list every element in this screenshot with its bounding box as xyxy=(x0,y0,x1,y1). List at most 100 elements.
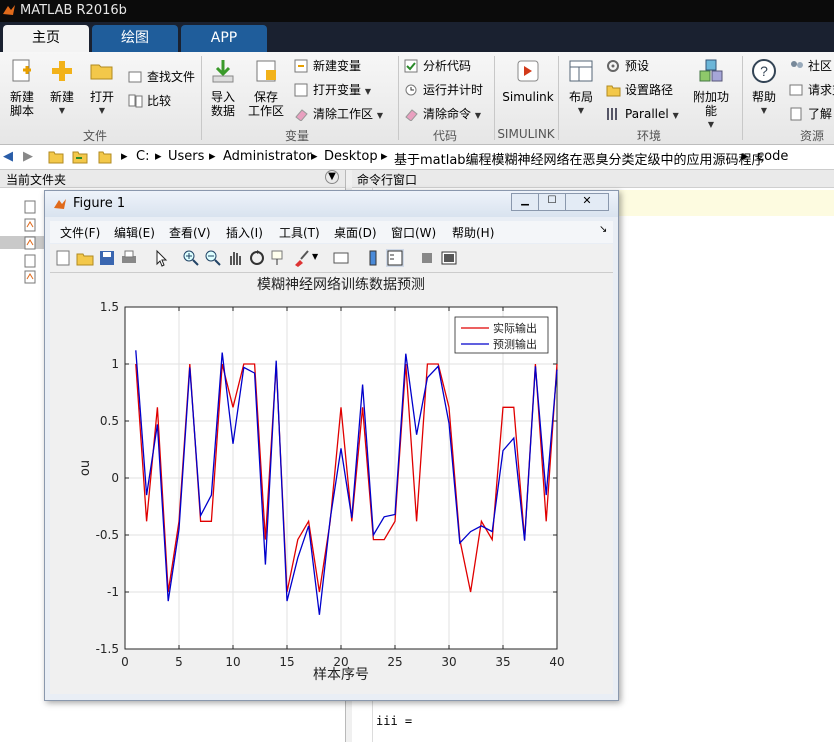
current-folder-title: 当前文件夹 xyxy=(6,173,67,187)
figure-menubar: 文件(F) 编辑(E) 查看(V) 插入(I) 工具(T) 桌面(D) 窗口(W… xyxy=(50,221,613,243)
x-tick-label: 5 xyxy=(175,655,183,669)
command-output-text[interactable]: iii = xyxy=(376,714,412,728)
breadcrumb-item[interactable]: Desktop xyxy=(324,149,378,164)
preferences-button[interactable]: 预设 xyxy=(606,57,649,75)
layout-button[interactable]: 布局 ▼ xyxy=(564,58,598,118)
parallel-button[interactable]: Parallel ▼ xyxy=(606,105,679,123)
menu-desktop[interactable]: 桌面(D) xyxy=(334,224,377,241)
zoom-in-icon[interactable] xyxy=(182,249,200,267)
open-label: 打开 xyxy=(89,90,114,104)
chart-x-axis-label: 样本序号 xyxy=(313,667,369,683)
request-support-label: 请求支 xyxy=(808,83,834,97)
find-files-label: 查找文件 xyxy=(147,70,196,84)
menu-edit[interactable]: 编辑(E) xyxy=(114,224,155,241)
link-plot-icon[interactable] xyxy=(332,249,350,267)
menu-file[interactable]: 文件(F) xyxy=(60,224,100,241)
breadcrumb-item[interactable]: Administrator xyxy=(223,149,312,164)
pan-hand-icon[interactable] xyxy=(226,249,244,267)
line-chart[interactable]: 模糊神经网络训练数据预测 样本序号 ou 0 5 10 15 20 25 30 35 40-1.… xyxy=(50,273,613,694)
simulink-button[interactable]: Simulink xyxy=(500,58,556,104)
rotate-3d-icon[interactable] xyxy=(248,249,266,267)
legend-icon[interactable] xyxy=(386,249,404,267)
panel-menu-icon[interactable]: ▼ xyxy=(325,170,339,184)
menu-tools[interactable]: 工具(T) xyxy=(279,224,320,241)
selected-file-row[interactable] xyxy=(0,236,44,249)
chevron-down-icon: ▼ xyxy=(98,106,106,115)
new-figure-icon[interactable] xyxy=(54,249,72,267)
open-button[interactable]: 打开 ▼ xyxy=(86,58,118,118)
clear-commands-button[interactable]: 清除命令 ▼ xyxy=(404,105,481,123)
chevron-down-icon: ▼ xyxy=(707,120,715,129)
hide-plot-tools-icon[interactable] xyxy=(418,249,436,267)
tab-home[interactable]: 主页 xyxy=(3,25,89,52)
import-data-button[interactable]: 导入 数据 xyxy=(206,58,240,118)
y-tick-label: -1 xyxy=(107,585,119,599)
save-workspace-button[interactable]: 保存 工作区 xyxy=(246,58,286,118)
breadcrumb-separator-icon: ▸ xyxy=(209,149,216,164)
x-tick-label: 20 xyxy=(333,655,348,669)
brush-icon[interactable] xyxy=(292,249,310,267)
dock-arrow-icon[interactable]: ↘ xyxy=(599,224,607,235)
zoom-out-icon[interactable] xyxy=(204,249,222,267)
run-and-time-button[interactable]: 运行并计时 xyxy=(404,81,483,99)
group-divider xyxy=(201,56,202,140)
breadcrumb-separator-icon: ▸ xyxy=(121,149,128,164)
back-arrow-icon[interactable]: ◀ xyxy=(3,149,13,164)
y-tick-label: -1.5 xyxy=(96,642,119,656)
colorbar-icon[interactable] xyxy=(364,249,382,267)
browse-folder-icon[interactable] xyxy=(72,149,88,164)
print-icon[interactable] xyxy=(120,249,138,267)
find-files-button[interactable]: 查找文件 xyxy=(128,68,195,86)
set-path-button[interactable]: 设置路径 xyxy=(606,81,673,99)
close-button[interactable]: ✕ xyxy=(565,193,609,211)
figure-title-bar[interactable]: Figure 1 ▁ ☐ ✕ xyxy=(45,191,618,217)
find-files-icon xyxy=(128,71,142,83)
request-support-button[interactable]: 请求支 xyxy=(789,81,834,99)
command-window-header: 命令行窗口 xyxy=(352,170,834,188)
add-ons-button[interactable]: 附加功能 ▼ xyxy=(688,58,734,132)
breadcrumb-separator-icon: ▸ xyxy=(742,149,749,164)
chart-y-axis-label: ou xyxy=(78,460,93,476)
compare-button[interactable]: 比较 xyxy=(128,92,171,110)
tab-apps[interactable]: APP xyxy=(181,25,267,52)
new-script-button[interactable]: 新建 脚本 xyxy=(6,58,38,118)
breadcrumb-item[interactable]: C: xyxy=(136,149,149,164)
brush-dropdown-icon[interactable]: ▼ xyxy=(312,252,318,261)
eraser-icon xyxy=(405,109,418,121)
figure-window[interactable]: Figure 1 ▁ ☐ ✕ 文件(F) 编辑(E) 查看(V) 插入(I) 工… xyxy=(44,190,619,701)
resources-group-label: 资源 xyxy=(799,129,824,143)
save-icon[interactable] xyxy=(98,249,116,267)
breadcrumb-item[interactable]: code xyxy=(757,149,788,164)
maximize-button[interactable]: ☐ xyxy=(538,193,566,211)
help-button[interactable]: ? 帮助 ▼ xyxy=(748,58,780,118)
file-icon xyxy=(24,254,36,268)
request-icon xyxy=(789,84,803,96)
learn-button[interactable]: 了解 xyxy=(789,105,832,123)
minimize-button[interactable]: ▁ xyxy=(511,193,539,211)
up-folder-icon[interactable] xyxy=(48,149,64,164)
data-cursor-icon[interactable] xyxy=(270,249,288,267)
new-variable-button[interactable]: 新建变量 xyxy=(294,57,361,75)
import-arrow-icon xyxy=(212,60,234,83)
analyze-code-button[interactable]: 分析代码 xyxy=(404,57,471,75)
chevron-down-icon: ▼ xyxy=(577,106,585,115)
breadcrumb-item[interactable]: Users xyxy=(168,149,204,164)
menu-help[interactable]: 帮助(H) xyxy=(452,224,494,241)
y-tick-label: 1 xyxy=(111,357,119,371)
show-plot-tools-icon[interactable] xyxy=(440,249,458,267)
tab-plots[interactable]: 绘图 xyxy=(92,25,178,52)
group-divider xyxy=(742,56,743,140)
edit-plot-arrow-icon[interactable] xyxy=(152,249,170,267)
menu-view[interactable]: 查看(V) xyxy=(169,224,211,241)
import-data-label: 导入 数据 xyxy=(210,90,235,118)
menu-insert[interactable]: 插入(I) xyxy=(226,224,263,241)
community-button[interactable]: 社区 xyxy=(789,57,832,75)
menu-window[interactable]: 窗口(W) xyxy=(391,224,436,241)
open-file-icon[interactable] xyxy=(76,249,94,267)
open-variable-button[interactable]: 打开变量 ▼ xyxy=(294,81,371,99)
new-button[interactable]: 新建 ▼ xyxy=(46,58,78,118)
clear-workspace-button[interactable]: 清除工作区 ▼ xyxy=(294,105,383,123)
breadcrumb-separator-icon: ▸ xyxy=(155,149,162,164)
forward-arrow-icon[interactable]: ▶ xyxy=(23,149,33,164)
breadcrumb-item[interactable]: 基于matlab编程模糊神经网络在恶臭分类定级中的应用源码程序 xyxy=(394,149,765,168)
